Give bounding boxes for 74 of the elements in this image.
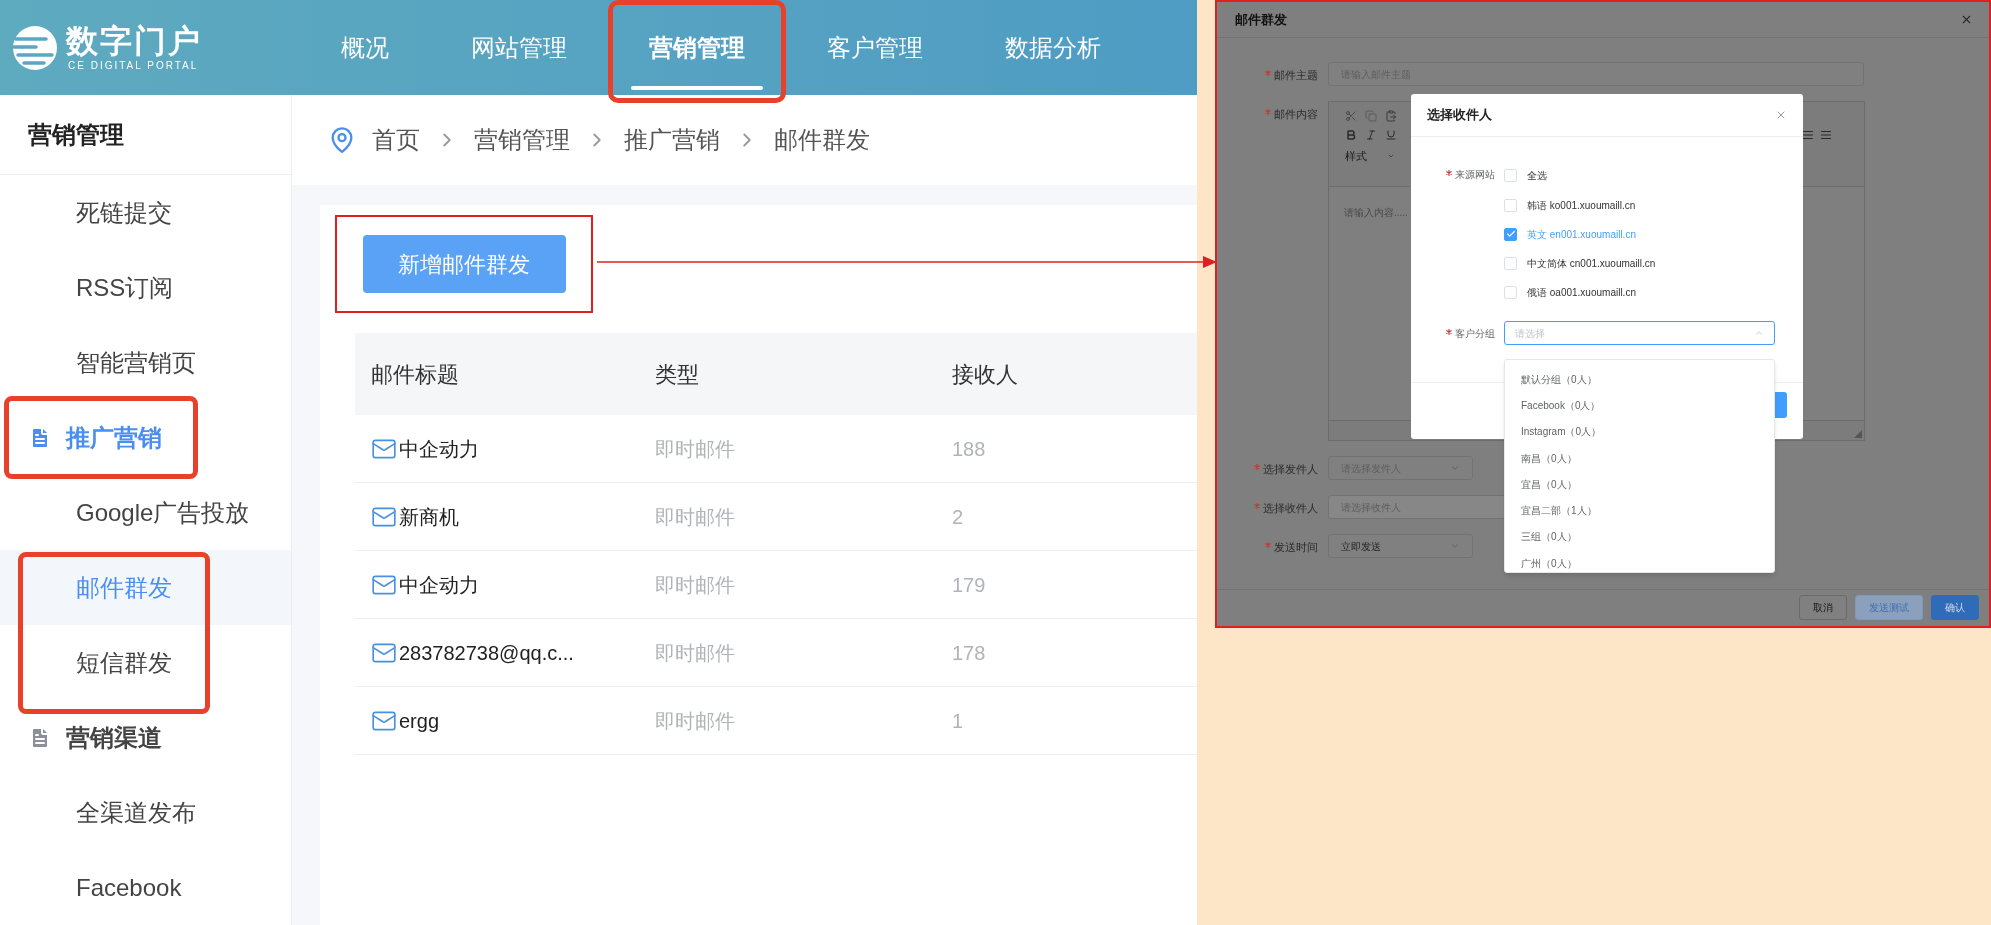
table-cell-text: 即时邮件	[655, 504, 736, 530]
dropdown-option[interactable]: 宜昌（0人）	[1505, 471, 1774, 498]
style-dropdown[interactable]: 样式	[1345, 148, 1367, 165]
close-icon[interactable]	[1960, 13, 1973, 26]
cut-icon[interactable]	[1345, 110, 1357, 122]
table-cell-text: 即时邮件	[655, 572, 736, 598]
required-icon	[1446, 170, 1452, 176]
caret-icon	[1450, 541, 1460, 551]
cancel-button[interactable]: 取消	[1799, 595, 1847, 620]
field-label: 发送时间	[1274, 540, 1318, 555]
resize-grip-icon	[1854, 430, 1862, 438]
sidebar-item[interactable]: Google广告投放	[0, 475, 291, 550]
dialog-title: 邮件群发	[1235, 10, 1287, 29]
table-cell-text: 2	[952, 504, 965, 530]
italic-icon[interactable]	[1365, 129, 1377, 141]
logo-tagline: CE DIGITAL PORTAL	[67, 58, 200, 73]
select-field[interactable]: 立即发送	[1328, 534, 1473, 558]
column-header: 接收人	[952, 360, 1019, 389]
table-cell-text: 即时邮件	[655, 640, 736, 666]
field-label: 邮件内容	[1274, 107, 1318, 122]
table-cell-text: 188	[952, 436, 987, 462]
bold-icon[interactable]	[1345, 129, 1357, 141]
table-cell-text: 即时邮件	[655, 436, 736, 462]
sidebar-item[interactable]: RSS订阅	[0, 250, 291, 325]
checkbox-label: 韩语 ko001.xuoumaill.cn	[1527, 198, 1636, 213]
field-label: 选择发件人	[1263, 462, 1318, 477]
checkbox-label: 俄语 oa001.xuoumaill.cn	[1527, 285, 1636, 300]
column-header: 邮件标题	[370, 360, 460, 389]
dropdown-option[interactable]: 广州（0人）	[1505, 550, 1774, 572]
dropdown-option[interactable]: Instagram（0人）	[1505, 418, 1774, 445]
checkbox-label: 中文简体 cn001.xuoumaill.cn	[1527, 256, 1656, 271]
breadcrumb-item[interactable]: 首页	[372, 122, 420, 158]
logo-title: 数字门户	[66, 22, 202, 59]
modal-title: 选择收件人	[1427, 106, 1492, 125]
copy-icon[interactable]	[1365, 110, 1377, 122]
table-cell-text: 283782738@qq.c...	[399, 640, 574, 666]
table-cell-text: 新商机	[399, 504, 459, 530]
dropdown-option[interactable]: 南昌（0人）	[1505, 444, 1774, 472]
sidebar-item[interactable]: 死链提交	[0, 175, 291, 250]
field-label: 来源网站	[1455, 168, 1495, 182]
sidebar-item[interactable]: Facebook	[0, 850, 291, 925]
caret-icon	[1754, 328, 1764, 338]
field-label: 客户分组	[1455, 326, 1495, 341]
table-cell-text: 即时邮件	[655, 708, 736, 734]
table-cell-text: ergg	[399, 708, 440, 734]
sidebar-group[interactable]: 营销渠道	[0, 700, 291, 775]
table-cell-text: 178	[952, 640, 987, 666]
caret-icon	[1450, 463, 1460, 473]
field-label: 选择收件人	[1263, 501, 1318, 516]
column-header: 类型	[655, 360, 700, 389]
sidebar-item[interactable]: 全渠道发布	[0, 775, 291, 850]
breadcrumb-item[interactable]: 推广营销	[624, 122, 720, 158]
field-label: 邮件主题	[1274, 68, 1318, 83]
table-cell-text: 中企动力	[399, 572, 479, 598]
align-icon[interactable]	[1802, 129, 1814, 141]
close-icon[interactable]	[1775, 109, 1787, 121]
checkbox[interactable]	[1504, 227, 1517, 241]
sidebar-title: 营销管理	[28, 119, 124, 150]
dropdown-option[interactable]: 默认分组（0人）	[1505, 366, 1774, 393]
dropdown-option[interactable]: 三组（0人）	[1505, 523, 1774, 551]
confirm-button[interactable]: 确认	[1931, 595, 1979, 620]
breadcrumb-item: 邮件群发	[774, 125, 870, 155]
underline-icon[interactable]	[1385, 129, 1397, 141]
checkbox-label: 全选	[1527, 168, 1547, 183]
table-cell-text: 1	[952, 708, 965, 734]
table-cell-text: 中企动力	[399, 436, 479, 462]
sidebar-item[interactable]: 短信群发	[0, 625, 291, 700]
checkbox-label: 英文 en001.xuoumaill.cn	[1527, 227, 1636, 242]
sidebar-item[interactable]: 智能营销页	[0, 325, 291, 400]
table-cell-text: 179	[952, 572, 987, 598]
required-icon	[1446, 328, 1452, 335]
breadcrumb-item[interactable]: 营销管理	[474, 122, 570, 158]
dropdown-option[interactable]: Facebook（0人）	[1505, 392, 1774, 419]
paste-icon[interactable]	[1385, 110, 1397, 122]
